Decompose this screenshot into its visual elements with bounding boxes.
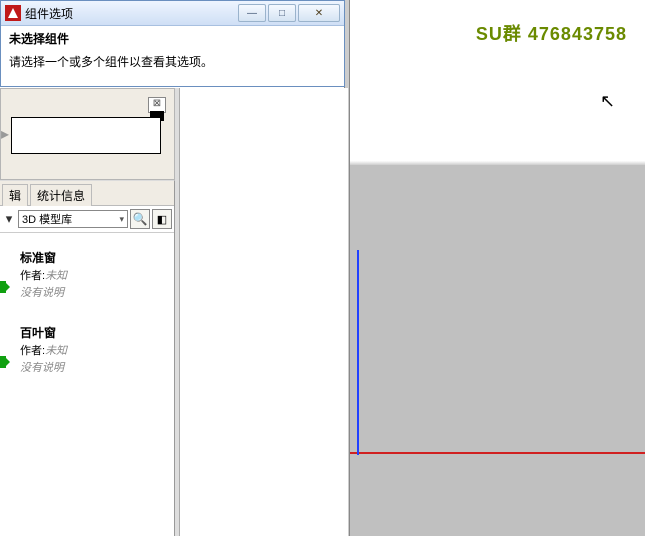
close-button[interactable]: ✕: [298, 4, 340, 22]
options-heading: 未选择组件: [9, 30, 336, 47]
splitter-inner[interactable]: [175, 88, 180, 536]
tab-edit[interactable]: 辑: [2, 184, 28, 206]
component-options-dialog: 组件选项 — □ ✕ 未选择组件 请选择一个或多个组件以查看其选项。: [0, 0, 345, 87]
axis-z: [357, 250, 359, 455]
options-message: 请选择一个或多个组件以查看其选项。: [9, 53, 336, 70]
component-desc: 没有说明: [20, 359, 168, 375]
home-dropdown[interactable]: ▾: [2, 210, 16, 228]
dialog-title: 组件选项: [25, 5, 236, 22]
close-small-icon: ⊠: [153, 98, 161, 109]
details-toggle-button[interactable]: ◧: [152, 209, 172, 229]
3d-viewport[interactable]: SU群 476843758: [348, 0, 645, 536]
dialog-titlebar[interactable]: 组件选项 — □ ✕: [1, 1, 344, 26]
chevron-down-icon: ▾: [6, 211, 13, 227]
maximize-icon: □: [279, 8, 285, 19]
tab-stats[interactable]: 统计信息: [30, 184, 92, 206]
components-toolbar: ▾ 3D 模型库 ▾ 🔍 ◧: [0, 206, 174, 233]
close-icon: ✕: [315, 8, 323, 19]
preview-panel: ⊠ ▸: [0, 88, 175, 180]
minimize-button[interactable]: —: [238, 4, 266, 22]
search-button[interactable]: 🔍: [130, 209, 150, 229]
minimize-icon: —: [247, 8, 257, 19]
search-text: 3D 模型库: [22, 211, 72, 227]
components-list: 标准窗 作者:未知 没有说明 百叶窗 作者:未知 没有说明: [0, 233, 174, 383]
maximize-button[interactable]: □: [268, 4, 296, 22]
component-author: 作者:未知: [20, 267, 168, 283]
app-icon: [5, 5, 21, 21]
component-desc: 没有说明: [20, 284, 168, 300]
component-author: 作者:未知: [20, 342, 168, 358]
list-item[interactable]: 百叶窗 作者:未知 没有说明: [0, 308, 174, 383]
search-dropdown-icon[interactable]: ▾: [119, 214, 124, 225]
insert-handle-icon[interactable]: [0, 356, 6, 368]
component-name: 标准窗: [20, 249, 168, 266]
nav-right-icon[interactable]: ▸: [1, 121, 9, 149]
components-panel: 辑 统计信息 ▾ 3D 模型库 ▾ 🔍 ◧ 标准窗 作者:未知 没有说明: [0, 180, 175, 536]
panel-background: [179, 88, 348, 536]
component-name: 百叶窗: [20, 324, 168, 341]
cursor-icon: ↖: [600, 92, 614, 112]
watermark-text: SU群 476843758: [476, 20, 627, 46]
tab-bar: 辑 统计信息: [0, 181, 174, 206]
list-item[interactable]: 标准窗 作者:未知 没有说明: [0, 233, 174, 308]
preview-box[interactable]: [11, 117, 161, 154]
ground-plane: [348, 165, 645, 536]
search-icon: 🔍: [133, 212, 148, 226]
axis-x: [350, 452, 645, 454]
insert-handle-icon[interactable]: [0, 281, 6, 293]
search-input[interactable]: 3D 模型库 ▾: [18, 210, 128, 228]
panel-toggle-icon: ◧: [157, 213, 167, 226]
